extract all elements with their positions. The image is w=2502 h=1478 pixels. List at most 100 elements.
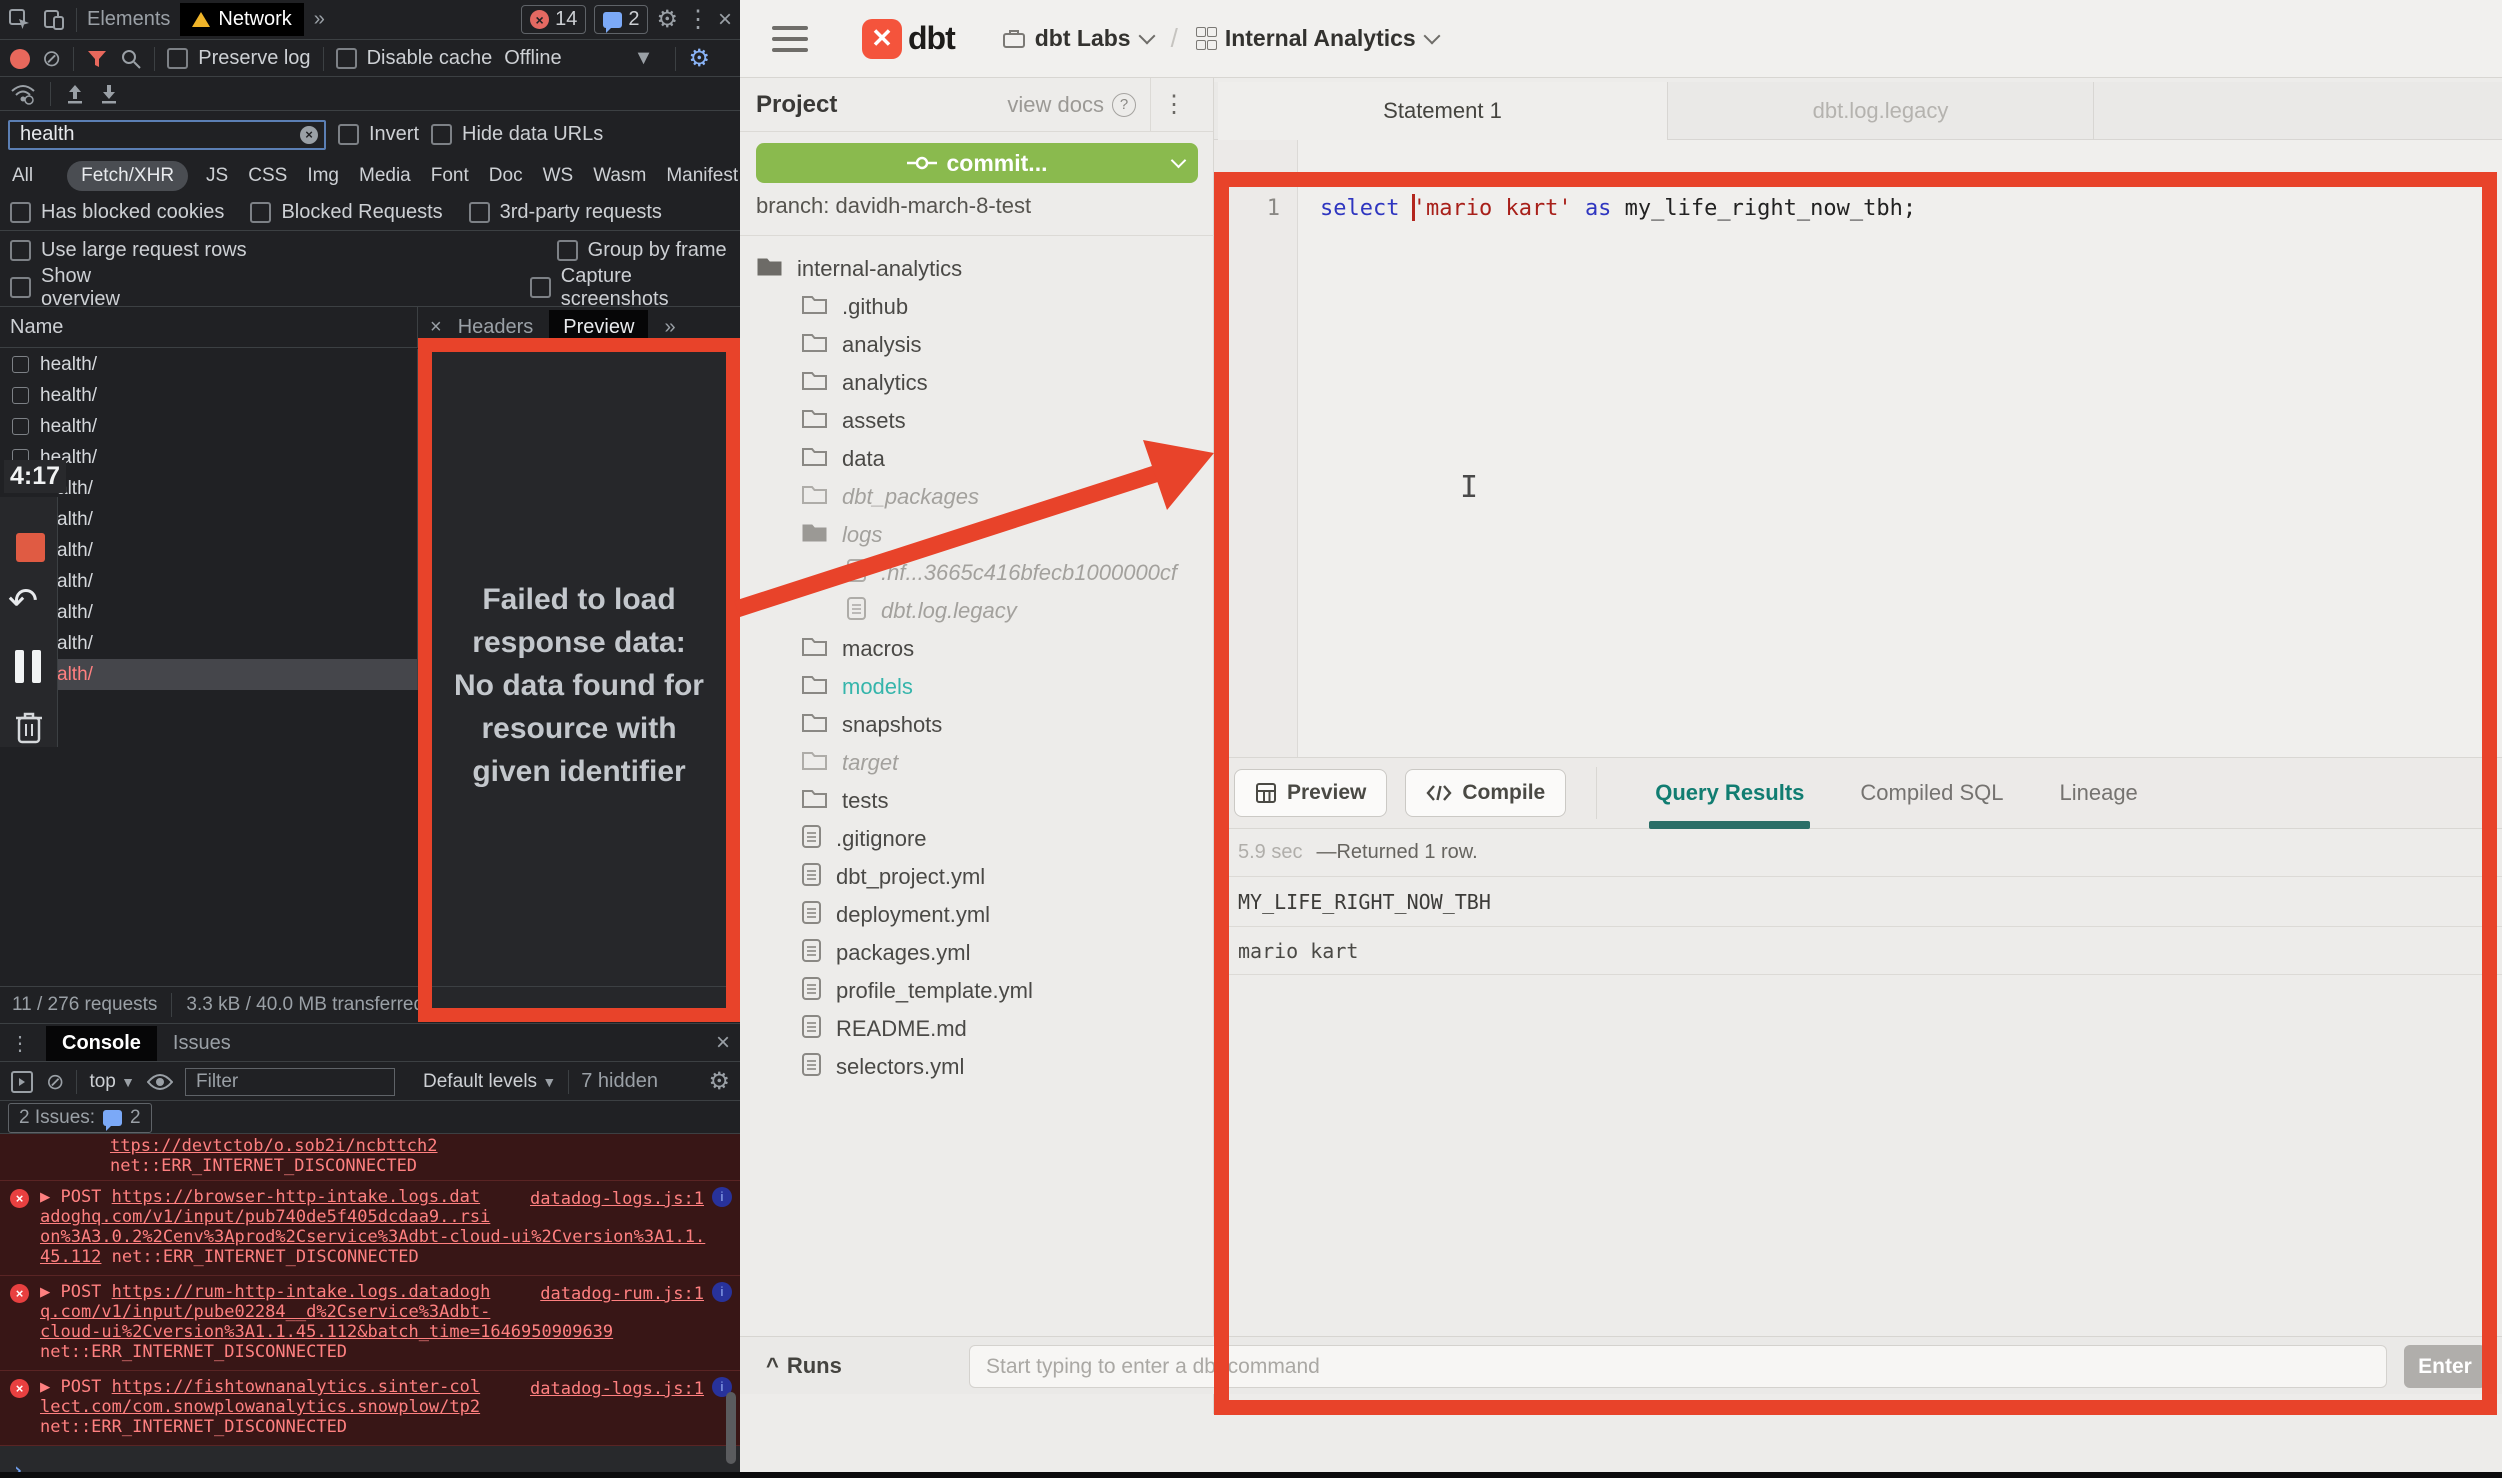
close-detail-icon[interactable]: ×	[430, 316, 442, 339]
console-settings-gear-icon[interactable]: ⚙	[708, 1067, 730, 1096]
issues-badge[interactable]: 2	[594, 5, 648, 34]
tree-item--github[interactable]: .github	[740, 288, 1214, 326]
project-switcher[interactable]: Internal Analytics	[1196, 25, 1438, 52]
request-type-chip[interactable]: Media	[357, 161, 413, 191]
tree-item-packages-yml[interactable]: packages.yml	[740, 934, 1214, 972]
tree-item-snapshots[interactable]: snapshots	[740, 706, 1214, 744]
tree-item-tests[interactable]: tests	[740, 782, 1214, 820]
error-link[interactable]: cloud-ui%2Cversion%3A1.1.45.112&batch_ti…	[40, 1322, 613, 1342]
export-har-icon[interactable]	[99, 83, 119, 105]
tree-item--nf-3665c416bfecb1000000cf[interactable]: .nf...3665c416bfecb1000000cf	[740, 554, 1214, 592]
tree-item-readme-md[interactable]: README.md	[740, 1010, 1214, 1048]
filter-checkbox[interactable]: Capture screenshots	[530, 265, 730, 311]
error-link[interactable]: https://browser-http-intake.logs.dat	[112, 1187, 480, 1207]
log-levels-select[interactable]: Default levels ▼	[423, 1071, 556, 1093]
disable-cache-checkbox[interactable]: Disable cache	[336, 47, 493, 70]
console-error[interactable]: ×▶ POST https://fishtownanalytics.sinter…	[0, 1371, 740, 1446]
error-link[interactable]: q.com/v1/input/pube02284__d%2Cservice%3A…	[40, 1302, 490, 1322]
network-settings-gear-icon[interactable]: ⚙	[688, 44, 710, 73]
tab-elements[interactable]: Elements	[87, 8, 170, 31]
request-type-chip[interactable]: JS	[204, 161, 230, 191]
clear-filter-icon[interactable]: ×	[300, 126, 318, 144]
commit-dropdown-icon[interactable]	[1171, 153, 1187, 169]
info-icon[interactable]: i	[712, 1187, 732, 1207]
hamburger-menu-icon[interactable]	[772, 26, 808, 52]
table-row[interactable]: health/	[0, 349, 418, 380]
tree-item-dbt-packages[interactable]: dbt_packages	[740, 478, 1214, 516]
tree-item-macros[interactable]: macros	[740, 630, 1214, 668]
clear-icon[interactable]: ⊘	[42, 45, 61, 72]
view-docs-link[interactable]: view docs ?	[1007, 92, 1136, 118]
filter-checkbox[interactable]: Group by frame	[557, 239, 727, 262]
drawer-kebab-icon[interactable]: ⋮	[10, 1031, 30, 1056]
issues-chip[interactable]: 2 Issues: 2	[8, 1103, 152, 1133]
request-type-chip[interactable]: CSS	[246, 161, 289, 191]
info-icon[interactable]: i	[712, 1282, 732, 1302]
request-type-chip[interactable]: Manifest	[664, 161, 740, 191]
table-row[interactable]: alth/	[0, 504, 418, 535]
tree-item-dbt-log-legacy[interactable]: dbt.log.legacy	[740, 592, 1214, 630]
source-link[interactable]: datadog-logs.js:1	[530, 1189, 704, 1209]
tab-console[interactable]: Console	[46, 1026, 157, 1061]
context-select[interactable]: top ▼	[89, 1071, 135, 1093]
close-devtools-icon[interactable]: ×	[718, 6, 732, 34]
table-row[interactable]: alth/	[0, 659, 418, 690]
more-tabs-icon[interactable]: »	[314, 8, 325, 31]
delete-recording-icon[interactable]	[12, 708, 46, 746]
console-error[interactable]: ×▶ POST https://rum-http-intake.logs.dat…	[0, 1276, 740, 1371]
source-link[interactable]: datadog-rum.js:1	[540, 1284, 704, 1304]
network-filter-input[interactable]: health ×	[8, 120, 326, 150]
settings-gear-icon[interactable]: ⚙	[656, 5, 678, 34]
table-row[interactable]: alth/	[0, 535, 418, 566]
kebab-menu-icon[interactable]: ⋮	[686, 5, 710, 34]
table-row[interactable]: health/	[0, 411, 418, 442]
eye-icon[interactable]	[147, 1073, 173, 1091]
filter-icon[interactable]	[86, 48, 108, 70]
tree-item-data[interactable]: data	[740, 440, 1214, 478]
request-type-chip[interactable]: Img	[305, 161, 341, 191]
tab-dbt-log-legacy[interactable]: dbt.log.legacy	[1668, 82, 2094, 140]
filter-checkbox[interactable]: Blocked Requests	[250, 201, 442, 224]
error-link[interactable]: https://fishtownanalytics.sinter-col	[112, 1377, 480, 1397]
tree-item-dbt-project-yml[interactable]: dbt_project.yml	[740, 858, 1214, 896]
undo-icon[interactable]: ↶	[8, 580, 38, 622]
record-icon[interactable]	[10, 49, 30, 69]
runs-toggle[interactable]: ^ Runs	[766, 1353, 842, 1379]
panel-kebab-icon[interactable]: ⋮	[1150, 78, 1197, 131]
requests-column-header[interactable]: Name	[0, 307, 418, 348]
checkbox[interactable]	[12, 387, 29, 404]
tab-issues[interactable]: Issues	[173, 1032, 231, 1055]
tree-item-assets[interactable]: assets	[740, 402, 1214, 440]
console-error[interactable]: ×▶ POST https://browser-http-intake.logs…	[0, 1181, 740, 1276]
tree-item-selectors-yml[interactable]: selectors.yml	[740, 1048, 1214, 1086]
checkbox[interactable]	[12, 418, 29, 435]
throttling-select[interactable]: Offline	[504, 47, 561, 70]
table-row[interactable]: alth/	[0, 628, 418, 659]
account-switcher[interactable]: dbt Labs	[1003, 25, 1153, 52]
tree-item-target[interactable]: target	[740, 744, 1214, 782]
request-type-chip[interactable]: All	[10, 161, 35, 191]
error-link[interactable]: 45.112	[40, 1247, 101, 1267]
import-har-icon[interactable]	[65, 83, 85, 105]
inspect-icon[interactable]	[8, 8, 32, 32]
clear-console-icon[interactable]: ⊘	[46, 1069, 64, 1095]
preserve-log-checkbox[interactable]: Preserve log	[167, 47, 310, 70]
tab-headers[interactable]: Headers	[458, 316, 534, 339]
table-row[interactable]: alth/	[0, 566, 418, 597]
search-icon[interactable]	[120, 48, 142, 70]
console-filter-input[interactable]: Filter	[185, 1068, 395, 1096]
tree-item-profile-template-yml[interactable]: profile_template.yml	[740, 972, 1214, 1010]
checkbox[interactable]	[12, 356, 29, 373]
tab-network[interactable]: Network	[180, 3, 303, 36]
throttling-caret-icon[interactable]: ▼	[634, 47, 654, 70]
hide-data-urls-checkbox[interactable]: Hide data URLs	[431, 123, 603, 146]
device-toolbar-icon[interactable]	[42, 8, 66, 32]
request-type-chip[interactable]: WS	[541, 161, 576, 191]
source-link[interactable]: datadog-logs.js:1	[530, 1379, 704, 1399]
filter-checkbox[interactable]: Show overview	[10, 265, 164, 311]
tree-item-logs[interactable]: logs	[740, 516, 1214, 554]
error-link[interactable]: https://rum-http-intake.logs.datadogh	[112, 1282, 491, 1302]
error-badge[interactable]: ×14	[521, 5, 586, 34]
filter-checkbox[interactable]: Use large request rows	[10, 239, 247, 262]
error-link[interactable]: lect.com/com.snowplowanalytics.snowplow/…	[40, 1397, 480, 1417]
